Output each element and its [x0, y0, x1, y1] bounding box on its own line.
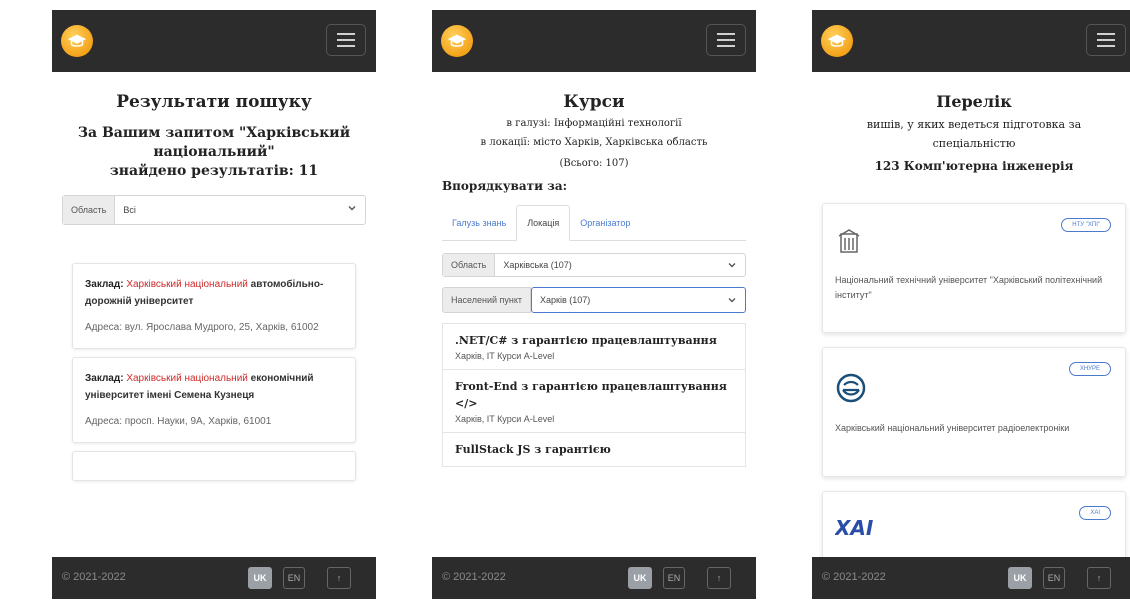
copyright: © 2021-2022 [442, 571, 506, 583]
course-item[interactable]: FullStack JS з гарантією [442, 433, 746, 467]
result-address: Адреса: вул. Ярослава Мудрого, 25, Харкі… [85, 322, 319, 333]
region-filter-label: Область [63, 196, 116, 224]
copyright: © 2021-2022 [822, 571, 886, 583]
course-item[interactable]: Front-End з гарантією працевлаштування <… [442, 370, 746, 433]
region-filter-value: Харківська (107) [503, 260, 572, 270]
top-navbar [432, 10, 756, 72]
menu-toggle-button[interactable] [326, 24, 366, 56]
page-title: Курси [563, 92, 625, 112]
lang-uk-button[interactable]: UK [248, 567, 272, 589]
result-card[interactable]: Заклад: Харківський національний економі… [72, 357, 356, 443]
result-card[interactable] [72, 451, 356, 481]
university-card[interactable]: НТУ "ХПІ" Національний технічний універс… [822, 203, 1126, 333]
location-line: в локації: місто Харків, Харківська обла… [480, 137, 708, 148]
search-results-screen: Результати пошуку За Вашим запитом "Харк… [52, 10, 376, 599]
region-filter[interactable]: Область Харківська (107) [442, 253, 746, 277]
city-filter[interactable]: Населений пункт Харків (107) [442, 287, 746, 313]
course-meta: Харків, IT Курси A-Level [455, 414, 555, 424]
university-name[interactable]: Харківський національний університет рад… [835, 421, 1113, 436]
building-crest-icon [838, 229, 860, 253]
course-meta: Харків, IT Курси A-Level [455, 351, 555, 361]
result-card[interactable]: Заклад: Харківський національний автомоб… [72, 263, 356, 349]
tab-field[interactable]: Галузь знань [442, 205, 516, 240]
menu-toggle-button[interactable] [706, 24, 746, 56]
results-count: знайдено результатів: 11 [109, 163, 319, 179]
lang-en-button[interactable]: EN [283, 567, 305, 589]
course-title[interactable]: FullStack JS з гарантією [455, 441, 733, 458]
field-line: в галузі: Інформаційні технології [506, 118, 682, 129]
university-card[interactable]: ХНУРЕ Харківський національний університ… [822, 347, 1126, 477]
search-query-text: За Вашим запитом "Харківський національн… [70, 124, 358, 181]
nure-logo-icon [836, 373, 866, 403]
logo-graduation-cap-icon[interactable] [61, 25, 93, 57]
sort-label: Впорядкувати за: [442, 179, 568, 193]
region-filter-select[interactable]: Харківська (107) [495, 254, 745, 276]
university-abbr-button[interactable]: ХАІ [1079, 506, 1111, 520]
scroll-top-button[interactable]: ↑ [1087, 567, 1111, 589]
course-title[interactable]: Front-End з гарантією працевлаштування <… [455, 378, 733, 412]
result-key: Заклад: [85, 279, 124, 290]
scroll-top-button[interactable]: ↑ [707, 567, 731, 589]
region-filter[interactable]: Область Всі [62, 195, 366, 225]
result-highlight[interactable]: Харківський національний [126, 373, 248, 384]
course-title[interactable]: .NET/C# з гарантією працевлаштування [455, 332, 733, 349]
lang-en-button[interactable]: EN [663, 567, 685, 589]
lang-en-button[interactable]: EN [1043, 567, 1065, 589]
logo-graduation-cap-icon[interactable] [441, 25, 473, 57]
region-filter-label: Область [443, 254, 496, 276]
university-abbr-button[interactable]: ХНУРЕ [1068, 362, 1111, 376]
top-navbar [52, 10, 376, 72]
page-title: Результати пошуку [116, 92, 312, 112]
courses-screen: Курси в галузі: Інформаційні технології … [432, 10, 756, 599]
page-title: Перелік [936, 92, 1012, 111]
menu-toggle-button[interactable] [1086, 24, 1126, 56]
footer: © 2021-2022 UK EN ↑ [52, 557, 376, 599]
universities-screen: Перелік вишів, у яких ведеться підготовк… [812, 10, 1130, 599]
chevron-down-icon [728, 298, 736, 303]
copyright: © 2021-2022 [62, 571, 126, 583]
query-line: За Вашим запитом "Харківський національн… [77, 125, 351, 160]
lang-uk-button[interactable]: UK [1008, 567, 1032, 589]
scroll-top-button[interactable]: ↑ [327, 567, 351, 589]
footer: © 2021-2022 UK EN ↑ [812, 557, 1130, 599]
khai-logo-icon: ХАІ [833, 516, 874, 540]
region-filter-select[interactable]: Всі [115, 196, 365, 224]
tab-organizer[interactable]: Організатор [570, 205, 640, 240]
tab-location[interactable]: Локація [516, 205, 571, 241]
university-name[interactable]: Національний технічний університет "Харк… [835, 273, 1113, 303]
top-navbar [812, 10, 1130, 72]
sort-tabs: Галузь знань Локація Організатор [442, 205, 746, 241]
svg-text:ХАІ: ХАІ [835, 516, 874, 538]
chevron-down-icon [728, 263, 736, 268]
total-count: (Всього: 107) [559, 158, 629, 169]
university-abbr-button[interactable]: НТУ "ХПІ" [1061, 218, 1111, 232]
page-description: вишів, у яких ведеться підготовка за спе… [866, 118, 1082, 150]
course-list: .NET/C# з гарантією працевлаштування Хар… [442, 323, 746, 467]
result-highlight[interactable]: Харківський національний [126, 279, 248, 290]
city-filter-select[interactable]: Харків (107) [531, 287, 746, 313]
city-filter-label: Населений пункт [442, 287, 531, 313]
logo-graduation-cap-icon[interactable] [821, 25, 853, 57]
result-key: Заклад: [85, 373, 124, 384]
city-filter-value: Харків (107) [540, 295, 591, 305]
lang-uk-button[interactable]: UK [628, 567, 652, 589]
specialty-name: 123 Комп'ютерна інженерія [874, 159, 1074, 173]
course-item[interactable]: .NET/C# з гарантією працевлаштування Хар… [442, 323, 746, 370]
region-filter-value: Всі [123, 205, 136, 215]
chevron-down-icon [348, 206, 356, 211]
footer: © 2021-2022 UK EN ↑ [432, 557, 756, 599]
result-address: Адреса: просп. Науки, 9А, Харків, 61001 [85, 416, 272, 427]
